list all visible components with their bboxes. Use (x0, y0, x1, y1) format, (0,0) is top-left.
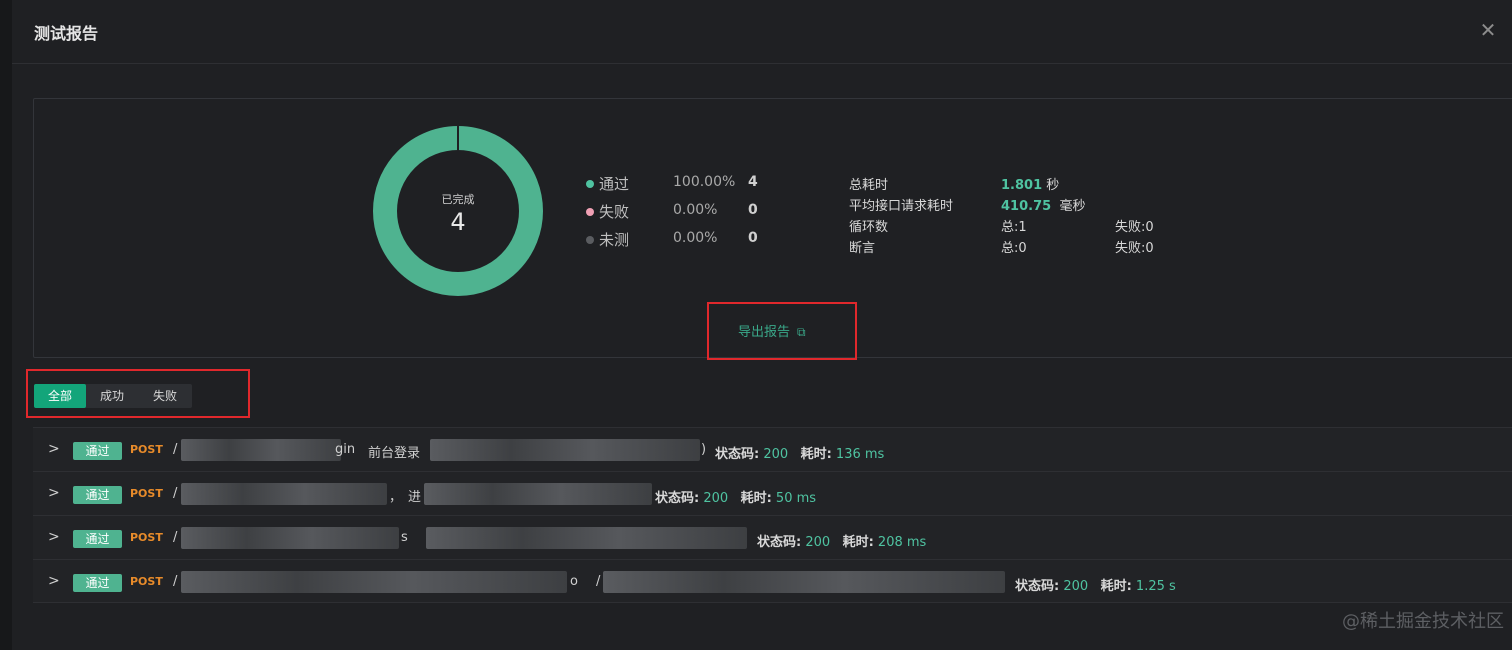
legend-count: 0 (748, 230, 758, 246)
status-badge: 通过 (73, 486, 122, 504)
path-prefix: / (173, 530, 178, 545)
legend-name: 通过 (599, 175, 630, 193)
result-row[interactable]: > 通过 POST / s 状态码: 200 耗时: 208 ms (33, 515, 1512, 559)
stat-avg-time: 平均接口请求耗时 410.75 毫秒 (849, 195, 1249, 216)
legend-name: 未测 (599, 231, 630, 249)
api-description: / (596, 574, 601, 589)
legend-percent: 0.00% (673, 202, 718, 218)
filter-highlight-box: 全部 成功 失败 (26, 369, 250, 418)
result-list: > 通过 POST / gin 前台登录 ) 状态码: 200 耗时: 136 … (33, 427, 1512, 603)
export-report-link[interactable]: 导出报告 ⧉ (738, 321, 806, 340)
redacted-description (430, 439, 700, 461)
stat-label: 断言 (849, 241, 876, 256)
description-tail: ) (701, 442, 707, 457)
legend-count: 0 (748, 202, 758, 218)
status-badge: 通过 (73, 442, 122, 460)
redacted-description (603, 571, 1005, 593)
stat-total-time: 总耗时 1.801 秒 (849, 174, 1249, 195)
http-method: POST (130, 575, 163, 588)
tab-all[interactable]: 全部 (34, 384, 86, 408)
stat-loops: 循环数 总:1 失败:0 (849, 216, 1249, 237)
legend-percent: 0.00% (673, 230, 718, 246)
stat-failed: 失败:0 (1115, 241, 1154, 256)
result-legend: 通过 100.00% 4 失败 0.00% 0 未测 0.00% 0 (586, 170, 786, 254)
fail-dot-icon (586, 208, 594, 216)
result-row[interactable]: > 通过 POST / ， 进 状态码: 200 耗时: 50 ms (33, 471, 1512, 515)
legend-item-untested: 未测 0.00% 0 (586, 226, 786, 254)
path-suffix: o (570, 574, 578, 589)
redacted-description (424, 483, 652, 505)
path-suffix: s (401, 530, 408, 545)
path-prefix: / (173, 486, 178, 501)
legend-item-pass: 通过 100.00% 4 (586, 170, 786, 198)
legend-item-fail: 失败 0.00% 0 (586, 198, 786, 226)
untested-dot-icon (586, 236, 594, 244)
completion-donut-chart: 已完成 4 (371, 124, 545, 298)
status-badge: 通过 (73, 574, 122, 592)
http-method: POST (130, 531, 163, 544)
result-row[interactable]: > 通过 POST / o / 状态码: 200 耗时: 1.25 s (33, 559, 1512, 603)
legend-count: 4 (748, 174, 758, 190)
stat-assertions: 断言 总:0 失败:0 (849, 237, 1249, 258)
chevron-right-icon[interactable]: > (48, 529, 60, 545)
tab-failed[interactable]: 失败 (138, 384, 192, 408)
test-report-dialog: 测试报告 ✕ 已完成 4 通过 100.00% 4 失败 0.00% 0 未测 … (12, 0, 1512, 650)
api-description: 前台登录 (368, 446, 421, 461)
chevron-right-icon[interactable]: > (48, 441, 60, 457)
legend-name: 失败 (599, 203, 630, 221)
status-info: 状态码: 200 耗时: 136 ms (715, 447, 885, 462)
redacted-path (181, 527, 399, 549)
donut-center-value: 4 (450, 208, 466, 236)
stat-failed: 失败:0 (1115, 220, 1154, 235)
path-prefix: / (173, 442, 178, 457)
watermark: @稀土掘金技术社区 (1342, 611, 1504, 632)
close-icon[interactable]: ✕ (1478, 20, 1498, 40)
redacted-path (181, 439, 341, 461)
chevron-right-icon[interactable]: > (48, 485, 60, 501)
path-suffix: gin (335, 442, 356, 457)
summary-card: 已完成 4 通过 100.00% 4 失败 0.00% 0 未测 0.00% 0 (33, 98, 1512, 360)
status-info: 状态码: 200 耗时: 1.25 s (1015, 579, 1176, 594)
export-highlight-box: 导出报告 ⧉ (707, 302, 857, 360)
status-info: 状态码: 200 耗时: 50 ms (655, 491, 817, 506)
redacted-description (426, 527, 747, 549)
pass-dot-icon (586, 180, 594, 188)
dialog-title: 测试报告 (34, 24, 99, 43)
api-description: 进 (408, 490, 422, 505)
path-prefix: / (173, 574, 178, 589)
donut-center-label: 已完成 (441, 193, 475, 206)
result-row[interactable]: > 通过 POST / gin 前台登录 ) 状态码: 200 耗时: 136 … (33, 427, 1512, 471)
stat-total: 总:1 (1001, 220, 1027, 235)
http-method: POST (130, 487, 163, 500)
stat-value: 410.75 毫秒 (1001, 199, 1086, 214)
redacted-path (181, 571, 567, 593)
external-link-icon: ⧉ (797, 325, 806, 339)
tab-success[interactable]: 成功 (86, 384, 138, 408)
redacted-path (181, 483, 387, 505)
status-badge: 通过 (73, 530, 122, 548)
result-filter-tabs: 全部 成功 失败 (34, 384, 192, 408)
stat-label: 循环数 (849, 220, 889, 235)
chevron-right-icon[interactable]: > (48, 573, 60, 589)
dialog-header: 测试报告 ✕ (12, 0, 1512, 64)
stat-total: 总:0 (1001, 241, 1027, 256)
http-method: POST (130, 443, 163, 456)
status-info: 状态码: 200 耗时: 208 ms (757, 535, 927, 550)
stat-label: 平均接口请求耗时 (849, 199, 954, 214)
stat-label: 总耗时 (849, 178, 889, 193)
legend-percent: 100.00% (673, 174, 736, 190)
background-strip (0, 0, 12, 650)
stat-value: 1.801 秒 (1001, 178, 1060, 193)
timing-stats: 总耗时 1.801 秒 平均接口请求耗时 410.75 毫秒 循环数 总:1 失… (849, 174, 1249, 258)
path-suffix: ， (389, 490, 403, 505)
